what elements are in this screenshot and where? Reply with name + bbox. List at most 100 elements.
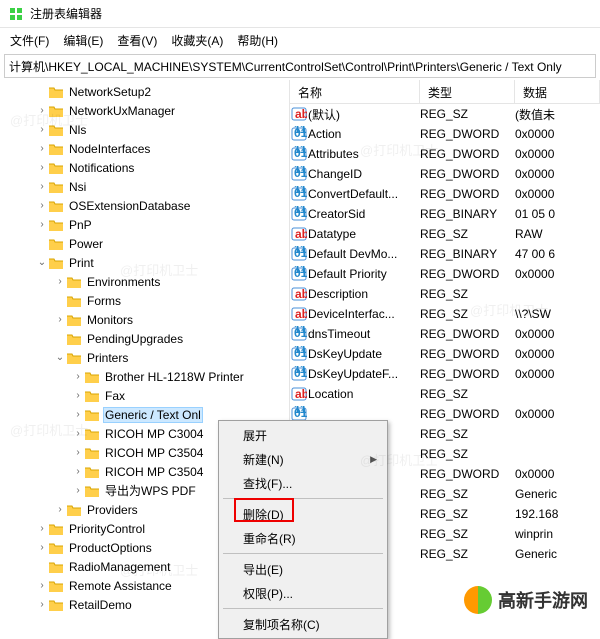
tree-item[interactable]: ›PnP [0, 215, 289, 234]
tree-item[interactable]: ›Environments [0, 272, 289, 291]
menu-favorites[interactable]: 收藏夹(A) [165, 30, 229, 51]
chevron-icon[interactable]: › [36, 124, 48, 135]
tree-item[interactable]: ⌄ Printers [0, 348, 289, 367]
tree-item[interactable]: ›Brother HL-1218W Printer [0, 367, 289, 386]
menu-bar: 文件(F) 编辑(E) 查看(V) 收藏夹(A) 帮助(H) [0, 28, 600, 52]
value-row[interactable]: CreatorSidREG_BINARY01 05 0 [290, 204, 600, 224]
menu-view[interactable]: 查看(V) [111, 30, 163, 51]
value-row[interactable]: DsKeyUpdateREG_DWORD0x0000 [290, 344, 600, 364]
tree-item[interactable]: ›NetworkUxManager [0, 101, 289, 120]
chevron-icon[interactable]: › [36, 105, 48, 116]
chevron-icon[interactable]: › [54, 276, 66, 287]
tree-item[interactable]: Power [0, 234, 289, 253]
menu-help[interactable]: 帮助(H) [231, 30, 284, 51]
chevron-icon[interactable]: ⌄ [36, 257, 48, 268]
chevron-icon[interactable]: › [72, 371, 84, 382]
tree-item[interactable]: ›Notifications [0, 158, 289, 177]
folder-icon [48, 579, 64, 593]
tree-item[interactable]: ⌄Print [0, 253, 289, 272]
folder-icon [66, 313, 82, 327]
address-bar[interactable]: 计算机\HKEY_LOCAL_MACHINE\SYSTEM\CurrentCon… [4, 54, 596, 78]
chevron-icon[interactable]: › [72, 428, 84, 439]
chevron-icon[interactable]: › [72, 409, 84, 420]
folder-icon [48, 85, 64, 99]
tree-item[interactable]: ›Fax [0, 386, 289, 405]
value-data: Generic [515, 487, 600, 501]
tree-label: NetworkSetup2 [67, 85, 153, 99]
folder-icon [84, 446, 100, 460]
ctx-find[interactable]: 查找(F)... [221, 471, 385, 495]
value-name: Default DevMo... [308, 247, 420, 261]
value-row[interactable]: DeviceInterfac...REG_SZ\\?\SW [290, 304, 600, 324]
value-row[interactable]: ChangeIDREG_DWORD0x0000 [290, 164, 600, 184]
value-name: Description [308, 287, 420, 301]
value-type: REG_SZ [420, 507, 515, 521]
value-data: 0x0000 [515, 407, 600, 421]
chevron-icon[interactable]: › [36, 599, 48, 610]
col-name[interactable]: 名称 [290, 80, 420, 103]
chevron-icon[interactable]: › [54, 314, 66, 325]
ctx-permissions[interactable]: 权限(P)... [221, 581, 385, 605]
tree-label: 导出为WPS PDF [103, 482, 198, 499]
ctx-rename[interactable]: 重命名(R) [221, 526, 385, 550]
tree-item[interactable]: NetworkSetup2 [0, 82, 289, 101]
chevron-icon[interactable]: › [36, 219, 48, 230]
chevron-icon[interactable]: › [72, 485, 84, 496]
chevron-icon[interactable]: › [72, 390, 84, 401]
value-row[interactable]: dnsTimeoutREG_DWORD0x0000 [290, 324, 600, 344]
value-type-icon [290, 186, 308, 202]
chevron-icon[interactable]: › [36, 580, 48, 591]
ctx-new[interactable]: 新建(N) [221, 447, 385, 471]
tree-label: RetailDemo [67, 598, 134, 612]
chevron-icon[interactable]: ⌄ [54, 352, 66, 363]
value-type-icon [290, 366, 308, 382]
tree-label: Printers [85, 351, 130, 365]
ctx-export[interactable]: 导出(E) [221, 557, 385, 581]
tree-item[interactable]: ›NodeInterfaces [0, 139, 289, 158]
tree-item[interactable]: ›Monitors [0, 310, 289, 329]
value-type: REG_SZ [420, 107, 515, 121]
folder-icon [48, 142, 64, 156]
value-type: REG_SZ [420, 447, 515, 461]
tree-item[interactable]: PendingUpgrades [0, 329, 289, 348]
value-row[interactable]: DescriptionREG_SZ [290, 284, 600, 304]
value-row[interactable]: ActionREG_DWORD0x0000 [290, 124, 600, 144]
value-name: (默认) [308, 106, 420, 123]
tree-label: Forms [85, 294, 123, 308]
ctx-copy-key-name[interactable]: 复制项名称(C) [221, 612, 385, 636]
value-type: REG_SZ [420, 387, 515, 401]
folder-icon [48, 237, 64, 251]
tree-item[interactable]: ›Nsi [0, 177, 289, 196]
tree-item[interactable]: ›Nls [0, 120, 289, 139]
value-row[interactable]: AttributesREG_DWORD0x0000 [290, 144, 600, 164]
value-type: REG_DWORD [420, 347, 515, 361]
value-name: CreatorSid [308, 207, 420, 221]
chevron-icon[interactable]: › [36, 143, 48, 154]
chevron-icon[interactable]: › [36, 523, 48, 534]
chevron-icon[interactable]: › [36, 542, 48, 553]
value-row[interactable]: Default DevMo...REG_BINARY47 00 6 [290, 244, 600, 264]
value-row[interactable]: DatatypeREG_SZRAW [290, 224, 600, 244]
value-row[interactable]: Default PriorityREG_DWORD0x0000 [290, 264, 600, 284]
value-row[interactable]: DsKeyUpdateF...REG_DWORD0x0000 [290, 364, 600, 384]
value-row[interactable]: LocationREG_SZ [290, 384, 600, 404]
chevron-icon[interactable]: › [72, 466, 84, 477]
folder-icon [66, 351, 82, 365]
chevron-icon[interactable]: › [54, 504, 66, 515]
path-text: 计算机\HKEY_LOCAL_MACHINE\SYSTEM\CurrentCon… [9, 58, 562, 75]
col-data[interactable]: 数据 [515, 80, 600, 103]
chevron-icon[interactable]: › [36, 162, 48, 173]
col-type[interactable]: 类型 [420, 80, 515, 103]
menu-file[interactable]: 文件(F) [4, 30, 55, 51]
folder-icon [48, 161, 64, 175]
value-row[interactable]: (默认)REG_SZ(数值未 [290, 104, 600, 124]
menu-edit[interactable]: 编辑(E) [57, 30, 109, 51]
chevron-icon[interactable]: › [72, 447, 84, 458]
chevron-icon[interactable]: › [36, 181, 48, 192]
value-row[interactable]: ConvertDefault...REG_DWORD0x0000 [290, 184, 600, 204]
chevron-icon[interactable]: › [36, 200, 48, 211]
folder-icon [48, 104, 64, 118]
tree-item[interactable]: Forms [0, 291, 289, 310]
ctx-expand[interactable]: 展开 [221, 423, 385, 447]
tree-item[interactable]: ›OSExtensionDatabase [0, 196, 289, 215]
